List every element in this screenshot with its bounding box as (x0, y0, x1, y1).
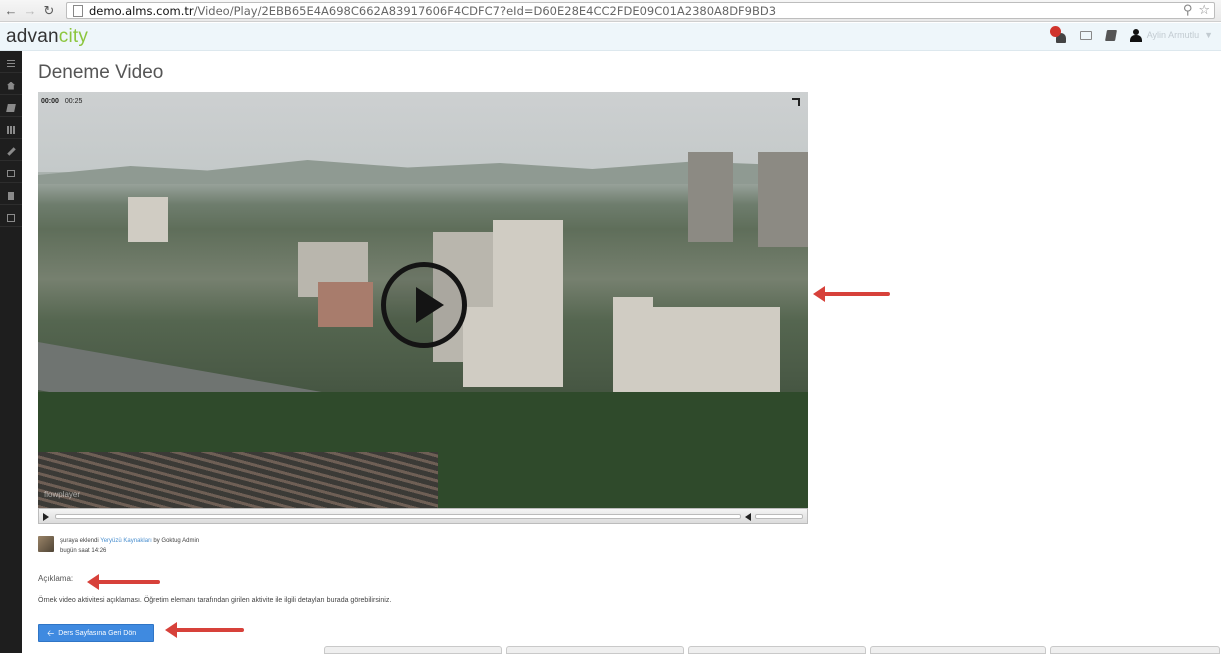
annotation-arrow-description (87, 574, 160, 590)
fullscreen-icon[interactable] (792, 98, 800, 106)
play-icon (416, 287, 444, 323)
bookmark-star-icon[interactable]: ☆ (1198, 3, 1210, 18)
logo[interactable]: advancity (6, 26, 88, 48)
video-frame-building (318, 282, 373, 327)
description-label: Açıklama: (38, 574, 74, 583)
notification-badge (1049, 26, 1061, 37)
description-text: Örnek video aktivitesi açıklaması. Öğret… (38, 597, 392, 604)
activity-author: by Goktug Admin (153, 538, 200, 544)
activity-prefix: şuraya eklendi (60, 538, 99, 544)
logo-accent-text: city (58, 26, 89, 47)
video-frame-building (688, 152, 733, 242)
back-arrow-icon[interactable]: ← (3, 3, 19, 19)
play-button[interactable] (381, 262, 467, 348)
duration: 00:25 (64, 98, 83, 105)
annotation-arrow-button (165, 622, 244, 638)
forward-arrow-icon[interactable]: → (22, 3, 38, 19)
zoom-icon[interactable]: ⚲ (1183, 3, 1193, 18)
user-icon (1129, 28, 1142, 42)
page-icon (73, 4, 83, 17)
mail-icon[interactable] (0, 165, 22, 183)
app-header: advancity Aylin Armutlu ▼ (0, 23, 1221, 51)
video-frame-building (758, 152, 808, 247)
arrow-left-icon: 🡠 (47, 627, 55, 638)
page-title: Deneme Video (38, 62, 164, 83)
url-host: demo.alms.com.tr (89, 3, 194, 18)
volume-icon[interactable] (745, 513, 751, 521)
video-frame-rail (38, 452, 438, 508)
user-menu[interactable]: Aylin Armutlu ▼ (1129, 28, 1213, 42)
video-time: 00:00 00:25 (41, 98, 82, 105)
current-time: 00:00 (41, 98, 59, 105)
control-play-icon[interactable] (43, 513, 49, 521)
back-button-label: Ders Sayfasına Geri Dön (58, 629, 137, 637)
volume-slider[interactable] (755, 514, 803, 519)
watermark: flowplayer (44, 490, 81, 499)
video-frame-building (463, 307, 563, 387)
pencil-icon[interactable] (0, 143, 22, 161)
progress-bar[interactable] (55, 514, 741, 519)
menu-icon[interactable] (0, 55, 22, 73)
calendar-icon[interactable] (0, 121, 22, 139)
browser-toolbar: ← → ↻ demo.alms.com.tr/Video/Play/2EBB65… (0, 0, 1221, 22)
address-bar[interactable]: demo.alms.com.tr/Video/Play/2EBB65E4A698… (66, 2, 1215, 19)
video-controls (38, 508, 808, 524)
document-icon[interactable] (0, 187, 22, 205)
home-icon[interactable] (0, 77, 22, 95)
notifications-icon[interactable] (1049, 26, 1066, 43)
book-icon[interactable] (1104, 29, 1117, 41)
avatar (38, 536, 54, 552)
user-name: Aylin Armutlu (1146, 30, 1200, 40)
url-path: /Video/Play/2EBB65E4A698C662A83917606F4C… (193, 3, 777, 18)
annotation-arrow-video (813, 286, 890, 302)
activity-info: şuraya eklendi Yeryüzü Kaynakları by Gok… (38, 536, 199, 556)
video-frame-building (128, 197, 168, 242)
logo-main-text: advan (6, 26, 59, 47)
sidebar (0, 51, 22, 653)
back-to-course-button[interactable]: 🡠 Ders Sayfasına Geri Dön (38, 624, 154, 642)
course-link[interactable]: Yeryüzü Kaynakları (100, 538, 151, 544)
video-player[interactable]: 00:00 00:25 flowplayer (38, 92, 808, 508)
courses-book-icon[interactable] (0, 99, 22, 117)
mail-icon[interactable] (1079, 30, 1092, 40)
external-link-icon[interactable] (0, 209, 22, 227)
chevron-down-icon: ▼ (1204, 30, 1213, 40)
reload-icon[interactable]: ↻ (41, 3, 57, 19)
activity-time: bugün saat 14:26 (60, 548, 107, 554)
